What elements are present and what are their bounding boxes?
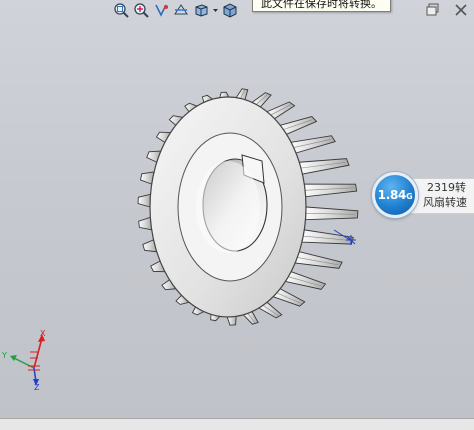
gear-tooth [284,271,327,290]
chevron-down-icon[interactable] [212,1,219,19]
fan-speed-widget[interactable]: 1.84 G 2319转 风扇转速 [372,172,474,220]
graphics-viewport[interactable]: 此文件在保存时将转换。 1.84 G 2319转 风扇转速 X Y Z [0,0,474,418]
display-style-icon[interactable] [221,1,239,19]
triad-y-label: Y [1,351,7,360]
gear-tooth [290,135,336,154]
close-window-icon[interactable] [454,3,468,17]
gear-tooth [303,183,358,198]
speed-value: 1.84 [377,188,407,202]
gear-tooth [226,315,237,326]
tooltip-text: 此文件在保存时将转换。 [261,0,382,10]
origin-marker [332,228,358,248]
bevel-gear-model[interactable] [130,55,360,365]
speed-indicator[interactable]: 1.84 G [372,172,418,218]
fan-speed-label: 风扇转速 [423,196,467,209]
section-view-icon[interactable] [172,1,190,19]
gear-tooth [294,251,343,269]
gear-tooth [137,193,151,208]
triad-z-label: Z [34,383,40,390]
restore-window-icon[interactable] [426,3,440,17]
reference-triad: X Y Z [1,329,46,390]
tooltip: 此文件在保存时将转换。 [252,0,391,12]
fan-rpm-text: 2319转 [427,181,466,194]
heads-up-view-toolbar [112,0,262,20]
gear-tooth [279,116,318,135]
gear-tooth [138,216,153,231]
zoom-to-area-icon[interactable] [132,1,150,19]
status-strip [0,418,474,430]
zoom-to-fit-icon[interactable] [112,1,130,19]
gear-tooth [298,158,350,175]
previous-view-icon[interactable] [152,1,170,19]
view-orientation-icon[interactable] [192,1,210,19]
speed-unit: G [406,192,413,201]
triad-x-label: X [40,329,46,338]
